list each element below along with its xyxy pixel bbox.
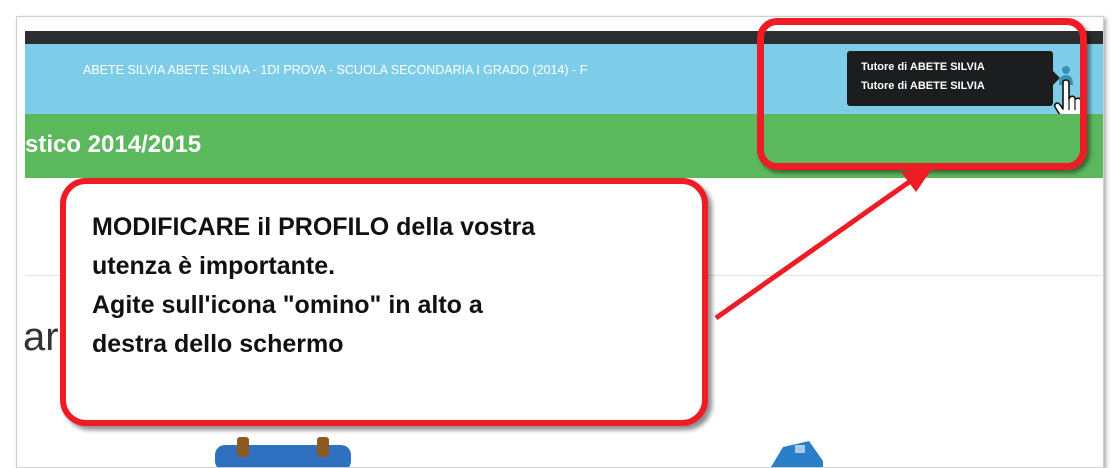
highlight-box [757,18,1087,170]
callout-line-4: destra dello schermo [92,330,344,358]
school-year-title: stico 2014/2015 [25,131,202,158]
callout-line-2: utenza è importante. [92,252,336,280]
callout-line-1: MODIFICARE il PROFILO della vostra [92,213,536,241]
instruction-callout: MODIFICARE il PROFILO della vostra utenz… [60,178,708,426]
calendar-icon[interactable] [215,435,351,467]
blue-app-icon[interactable] [765,435,829,467]
user-info-text: ABETE SILVIA ABETE SILVIA - 1DI PROVA - … [83,63,588,77]
callout-line-3: Agite sull'icona "omino" in alto a [92,291,483,319]
partial-heading: ar [23,315,59,359]
